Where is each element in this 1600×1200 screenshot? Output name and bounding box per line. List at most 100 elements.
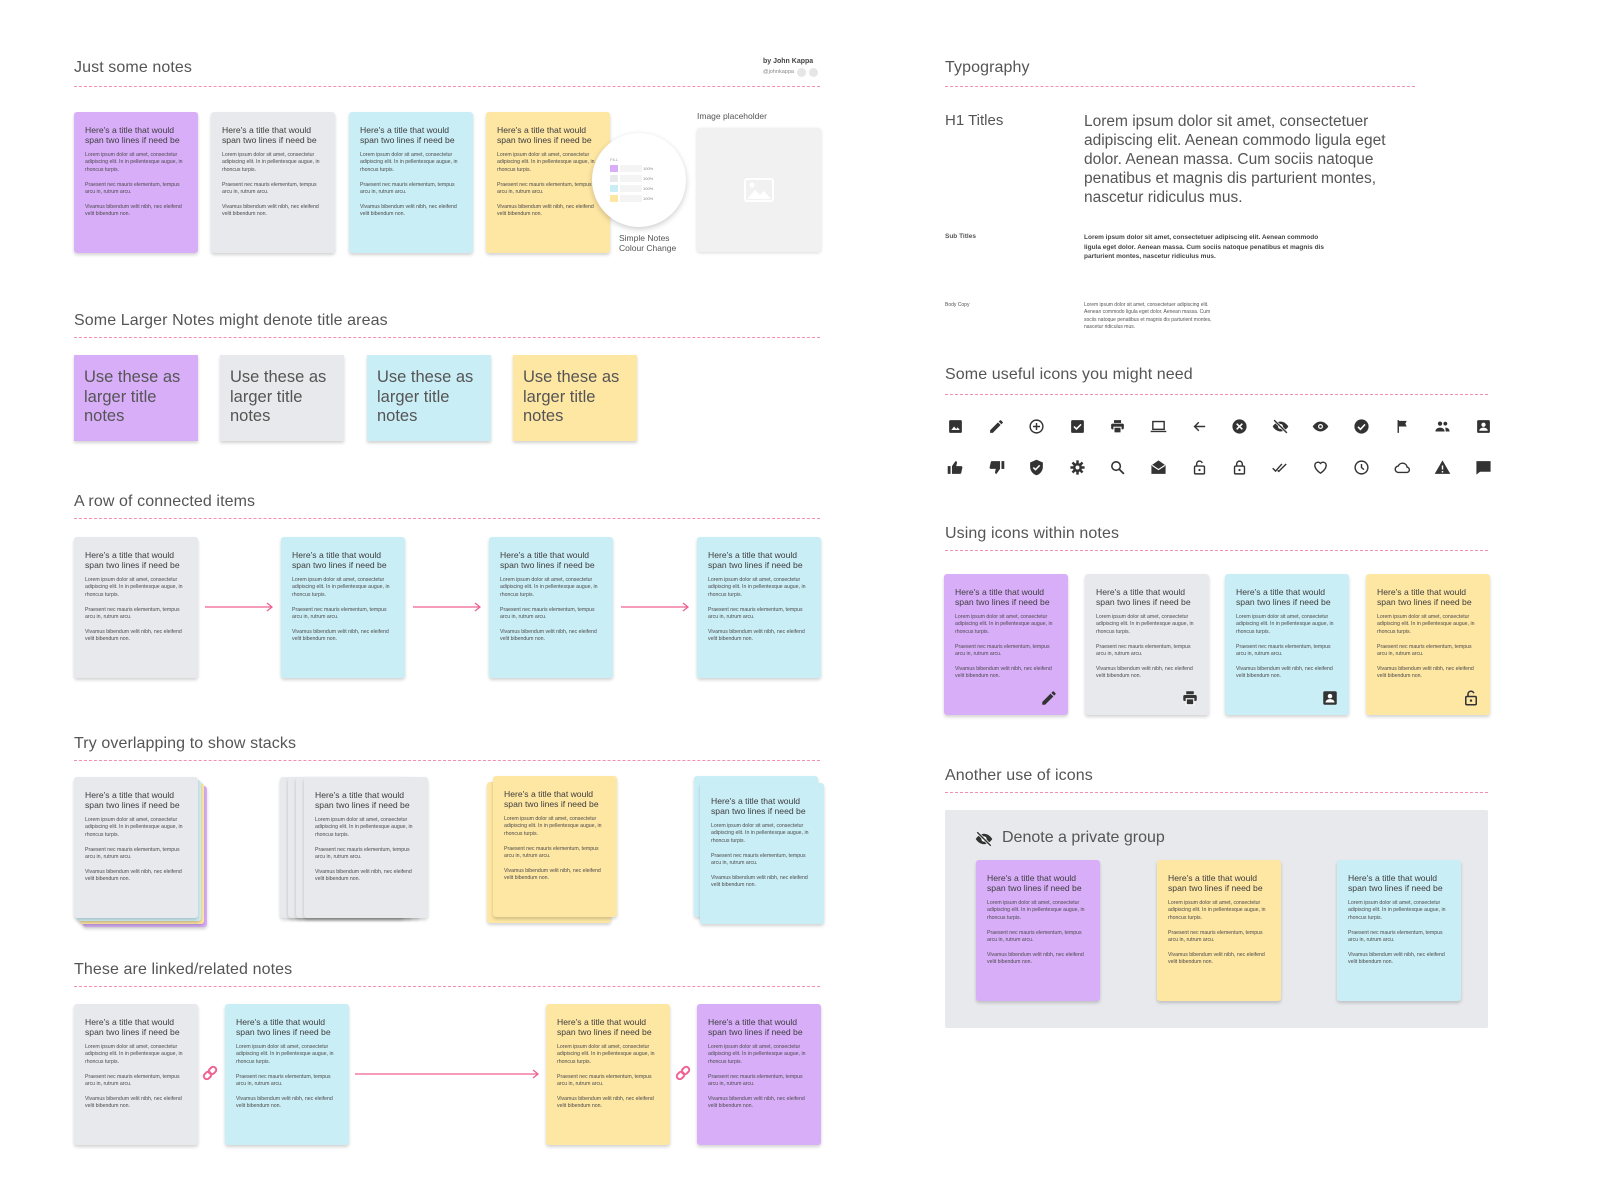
linked-note-4[interactable]: Here's a title that would span two lines…: [697, 1004, 821, 1145]
heart-icon[interactable]: [1312, 459, 1330, 477]
swatch-yellow[interactable]: [610, 195, 618, 202]
dribbble-icon[interactable]: [809, 68, 818, 77]
large-note-yellow[interactable]: Use these as larger title notes: [513, 355, 637, 441]
section-title-connected: A row of connected items: [74, 493, 256, 510]
printer-icon[interactable]: [1181, 689, 1199, 707]
group-note-purple[interactable]: Here's a title that would span two lines…: [976, 860, 1100, 1001]
account-box-icon[interactable]: [1475, 418, 1493, 436]
search-icon[interactable]: [1109, 459, 1127, 477]
pencil-icon[interactable]: [988, 418, 1006, 436]
icon-note-purple[interactable]: Here's a title that would span two lines…: [944, 574, 1068, 715]
laptop-icon[interactable]: [1150, 418, 1168, 436]
linked-note-1[interactable]: Here's a title that would span two lines…: [74, 1004, 198, 1145]
note-title: Here's a title that would span two lines…: [236, 1017, 331, 1038]
section-title-typography: Typography: [945, 59, 1030, 76]
opacity-value[interactable]: 100%: [643, 186, 653, 191]
add-circle-icon[interactable]: [1028, 418, 1046, 436]
lock-open-icon[interactable]: [1462, 689, 1480, 707]
note-title: Here's a title that would span two lines…: [315, 790, 410, 811]
note-body: Lorem ipsum dolor sit amet, consectetur …: [1096, 613, 1194, 635]
private-group-container[interactable]: Denote a private group Here's a title th…: [945, 810, 1488, 1028]
hex-field[interactable]: [620, 175, 642, 182]
note-blue[interactable]: Here's a title that would span two lines…: [349, 112, 473, 253]
note-body: Vivamus bibendum velit nibh, nec eleifen…: [497, 203, 594, 218]
note-body: Vivamus bibendum velit nibh, nec eleifen…: [1096, 665, 1193, 680]
note-title: Here's a title that would span two lines…: [497, 125, 592, 146]
group-note-blue[interactable]: Here's a title that would span two lines…: [1337, 860, 1461, 1001]
gear-icon[interactable]: [1069, 459, 1087, 477]
link-icon: [675, 1065, 691, 1081]
connected-note-2[interactable]: Here's a title that would span two lines…: [281, 537, 405, 678]
icon-note-grey[interactable]: Here's a title that would span two lines…: [1085, 574, 1209, 715]
clock-icon[interactable]: [1353, 459, 1371, 477]
connector-arrow: [205, 602, 274, 612]
connected-note-3[interactable]: Here's a title that would span two lines…: [489, 537, 613, 678]
thumb-up-icon[interactable]: [947, 459, 965, 477]
note-body: Praesent nec mauris elementum, tempus ar…: [1236, 643, 1331, 658]
swatch-grey[interactable]: [610, 175, 618, 182]
note-body: Vivamus bibendum velit nibh, nec eleifen…: [292, 628, 389, 643]
note-body: Vivamus bibendum velit nibh, nec eleifen…: [85, 868, 182, 883]
pencil-icon[interactable]: [1040, 689, 1058, 707]
lock-open-icon[interactable]: [1191, 459, 1209, 477]
cloud-icon[interactable]: [1394, 459, 1412, 477]
group-note-yellow[interactable]: Here's a title that would span two lines…: [1157, 860, 1281, 1001]
large-note-purple[interactable]: Use these as larger title notes: [74, 355, 198, 441]
icon-note-blue[interactable]: Here's a title that would span two lines…: [1225, 574, 1349, 715]
icon-note-yellow[interactable]: Here's a title that would span two lines…: [1366, 574, 1490, 715]
linked-note-3[interactable]: Here's a title that would span two lines…: [546, 1004, 670, 1145]
swatch-blue[interactable]: [610, 185, 618, 192]
check-circle-icon[interactable]: [1353, 418, 1371, 436]
twitter-icon[interactable]: [797, 68, 806, 77]
stack-top-note[interactable]: Here's a title that would span two lines…: [700, 783, 824, 924]
people-icon[interactable]: [1434, 418, 1452, 436]
swatch-purple[interactable]: [610, 165, 618, 172]
note-title: Here's a title that would span two lines…: [222, 125, 317, 146]
note-grey[interactable]: Here's a title that would span two lines…: [211, 112, 335, 253]
drafts-icon[interactable]: [1150, 459, 1168, 477]
note-body: Praesent nec mauris elementum, tempus ar…: [85, 606, 180, 621]
h1-label: H1 Titles: [945, 112, 1004, 129]
hex-field[interactable]: [620, 165, 642, 172]
connected-note-4[interactable]: Here's a title that would span two lines…: [697, 537, 821, 678]
note-body: Lorem ipsum dolor sit amet, consectetur …: [497, 151, 595, 173]
printer-icon[interactable]: [1109, 418, 1127, 436]
note-body: Praesent nec mauris elementum, tempus ar…: [360, 181, 455, 196]
checkbox-icon[interactable]: [1069, 418, 1087, 436]
section-title-linked: These are linked/related notes: [74, 961, 293, 978]
cancel-icon[interactable]: [1231, 418, 1249, 436]
warning-icon[interactable]: [1434, 459, 1452, 477]
stack-top-note[interactable]: Here's a title that would span two lines…: [74, 777, 198, 918]
note-title: Here's a title that would span two lines…: [708, 1017, 803, 1038]
account-box-icon[interactable]: [1321, 689, 1339, 707]
hex-field[interactable]: [620, 195, 642, 202]
note-body: Lorem ipsum dolor sit amet, consectetur …: [236, 1043, 334, 1065]
note-title: Here's a title that would span two lines…: [85, 790, 180, 811]
image-icon[interactable]: [947, 418, 965, 436]
author-handle[interactable]: @johnkappa: [763, 69, 794, 75]
comment-icon[interactable]: [1475, 459, 1493, 477]
eye-icon[interactable]: [1312, 418, 1330, 436]
opacity-value[interactable]: 100%: [643, 196, 653, 201]
large-note-grey[interactable]: Use these as larger title notes: [220, 355, 344, 441]
lock-icon[interactable]: [1231, 459, 1249, 477]
connected-note-1[interactable]: Here's a title that would span two lines…: [74, 537, 198, 678]
thumb-down-icon[interactable]: [988, 459, 1006, 477]
shield-check-icon[interactable]: [1028, 459, 1046, 477]
eye-off-icon[interactable]: [1272, 418, 1290, 436]
linked-note-2[interactable]: Here's a title that would span two lines…: [225, 1004, 349, 1145]
h1-sample: Lorem ipsum dolor sit amet, consectetuer…: [1084, 113, 1386, 206]
hex-field[interactable]: [620, 185, 642, 192]
note-body: Vivamus bibendum velit nibh, nec eleifen…: [711, 874, 808, 889]
opacity-value[interactable]: 100%: [643, 176, 653, 181]
large-note-blue[interactable]: Use these as larger title notes: [367, 355, 491, 441]
arrow-left-icon[interactable]: [1191, 418, 1209, 436]
note-purple[interactable]: Here's a title that would span two lines…: [74, 112, 198, 253]
opacity-value[interactable]: 100%: [643, 166, 653, 171]
stack-top-note[interactable]: Here's a title that would span two lines…: [304, 777, 428, 918]
image-placeholder[interactable]: [697, 128, 821, 252]
done-all-icon[interactable]: [1272, 459, 1290, 477]
stack-top-note[interactable]: Here's a title that would span two lines…: [493, 776, 617, 917]
flag-icon[interactable]: [1394, 418, 1412, 436]
note-body: Lorem ipsum dolor sit amet, consectetur …: [222, 151, 320, 173]
